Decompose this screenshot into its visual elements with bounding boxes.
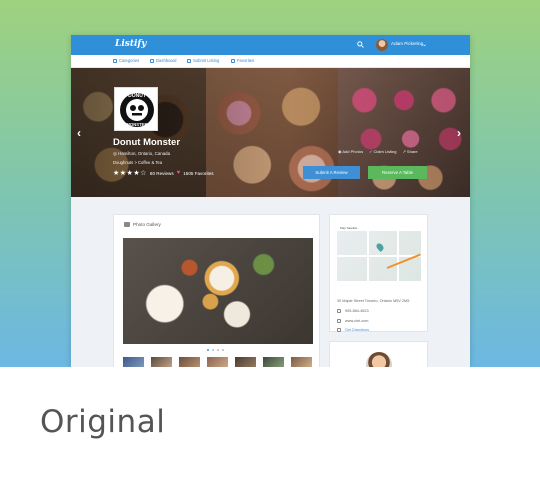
chevron-down-icon[interactable]: ⌄ [422,41,427,48]
nav-item-favorites[interactable]: Favorites [231,58,254,63]
gallery-thumb[interactable] [207,357,228,367]
nav-item-categories[interactable]: Categories [113,58,139,63]
review-count[interactable]: 80 Reviews [150,171,174,176]
location-text: Hamilton, Ontario, Canada [118,151,171,156]
map-road [397,225,399,281]
nav-item-dashboard[interactable]: Dashboard [150,58,177,63]
browser-frame: Listify Adam Pickering ⌄ Categories Dash… [71,35,470,367]
favorite-count[interactable]: 1505 Favorites [183,171,213,176]
user-name[interactable]: Adam Pickering [391,41,423,46]
pagination-dot[interactable] [207,349,209,351]
gallery-pagination [207,349,224,351]
search-icon[interactable] [357,41,364,48]
listing-location: ◎ Hamilton, Ontario, Canada [113,151,171,156]
logo-text-top: DONUT [128,93,146,99]
pagination-dot[interactable] [217,349,219,351]
gallery-thumb[interactable] [151,357,172,367]
address-row: 30 Maple Street Toronto, Ontario M5V 2M5 [337,299,410,303]
directions-icon [337,328,341,332]
grid-icon [113,58,117,63]
gallery-thumb[interactable] [235,357,256,367]
claim-listing-link[interactable]: ✓ Claim Listing [369,149,396,154]
caption-text: Original [40,404,166,440]
add-photos-link[interactable]: ◉ Add Photos [338,149,363,154]
map-road [337,255,421,257]
rating-row: ★★★★☆ 80 Reviews ♥ 1505 Favorites [113,169,214,177]
next-arrow-icon[interactable]: › [457,126,461,140]
listing-title: Donut Monster [113,137,181,148]
map-type-tabs[interactable]: Map Satellite [337,225,421,231]
listing-categories[interactable]: Doughnuts > Coffee & Tea [113,160,162,165]
directions-row[interactable]: Get Directions [337,328,369,332]
location-card: Map Satellite 30 Maple Street Toronto, O… [329,214,428,332]
star-rating: ★★★★☆ [113,170,147,177]
sub-navigation: Categories Dashboard Submit Listing Favo… [71,55,470,68]
logo-text-bottom: MONSTER [127,122,148,127]
gallery-thumb[interactable] [123,357,144,367]
gallery-thumb[interactable] [263,357,284,367]
location-map[interactable]: Map Satellite [337,225,421,281]
photo-gallery-card: Photo Gallery [113,214,320,367]
heart-icon: ♥ [176,170,181,176]
listing-actions: ◉ Add Photos ✓ Claim Listing ↗ Share [338,149,418,154]
map-pin-icon[interactable] [375,242,385,252]
listing-logo: DONUT MONSTER [114,87,158,131]
website-row[interactable]: www.chri.com [337,319,368,323]
owner-card [329,341,428,367]
top-navbar: Listify Adam Pickering ⌄ [71,35,470,55]
phone-icon [337,309,341,313]
gallery-thumb[interactable] [179,357,200,367]
edit-icon [187,58,191,63]
camera-icon [124,222,130,227]
owner-avatar[interactable] [366,352,392,367]
share-link[interactable]: ↗ Share [402,149,417,154]
avatar[interactable] [376,39,388,51]
map-road [367,225,369,281]
reserve-table-button[interactable]: Reserve A Table [368,166,427,179]
gallery-main-photo[interactable] [123,238,313,344]
app-logo[interactable]: Listify [115,39,147,49]
gallery-title: Photo Gallery [124,222,161,227]
gallery-thumb[interactable] [291,357,312,367]
heart-outline-icon [231,58,235,63]
submit-review-button[interactable]: Submit A Review [303,166,360,179]
gallery-thumbnails [123,357,312,367]
pagination-dot[interactable] [222,349,224,351]
nav-item-submit-listing[interactable]: Submit Listing [187,58,219,63]
dashboard-icon [150,58,154,63]
prev-arrow-icon[interactable]: ‹ [77,126,81,140]
hero-banner: ‹ › DONUT MONSTER Donut Monster ◎ Hamilt… [71,68,470,197]
home-icon [337,319,341,323]
phone-row[interactable]: 905-864-4523 [337,309,369,313]
pagination-dot[interactable] [212,349,214,351]
